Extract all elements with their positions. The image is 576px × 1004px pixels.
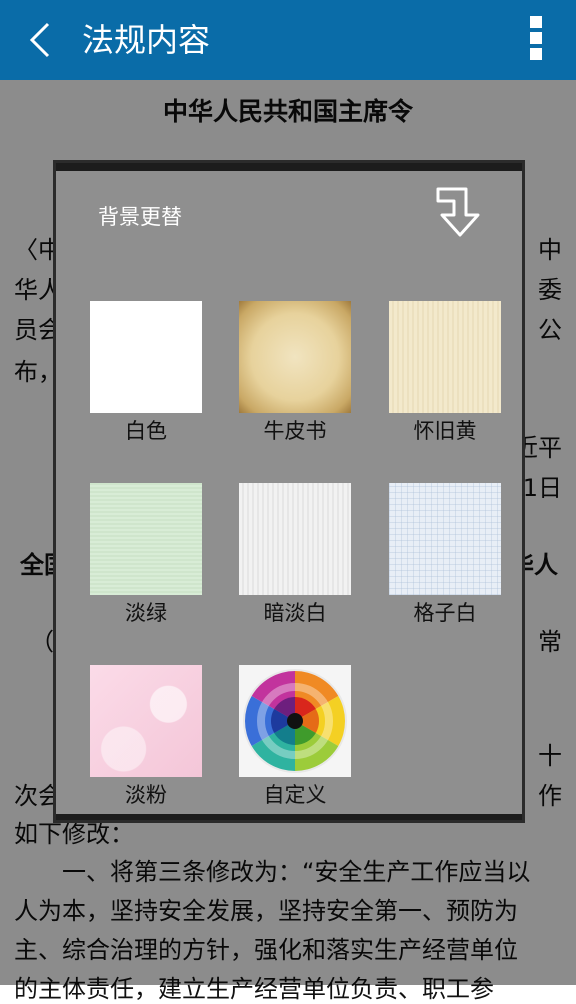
page-title: 法规内容	[82, 21, 211, 59]
swatch-label: 淡粉	[125, 783, 167, 807]
swatch-white[interactable]	[90, 301, 202, 413]
swatch-grid-white[interactable]	[389, 483, 501, 595]
app-bar: 法规内容	[0, 0, 576, 80]
swatch-label: 暗淡白	[263, 601, 327, 625]
swatch-custom[interactable]	[239, 665, 351, 777]
collapse-arrow-icon[interactable]	[436, 183, 482, 237]
dialog-top-border	[56, 163, 522, 171]
swatch-label: 怀旧黄	[413, 419, 477, 443]
dialog-bottom-border	[56, 814, 522, 820]
back-icon[interactable]	[22, 20, 62, 60]
swatch-kraft-paper[interactable]	[239, 301, 351, 413]
swatch-nostalgic-yellow[interactable]	[389, 301, 501, 413]
swatch-light-green[interactable]	[90, 483, 202, 595]
swatch-light-pink[interactable]	[90, 665, 202, 777]
swatch-label: 白色	[125, 419, 167, 443]
background-picker-dialog: 背景更替 白色 牛皮书 怀旧黄 淡绿 暗淡白 格子白 淡粉 自定义	[56, 163, 522, 820]
swatch-dim-white[interactable]	[239, 483, 351, 595]
swatch-label: 牛皮书	[263, 419, 327, 443]
swatch-label: 自定义	[263, 783, 327, 807]
dialog-title: 背景更替	[98, 205, 182, 229]
overflow-menu-icon[interactable]	[528, 16, 544, 64]
swatch-label: 淡绿	[125, 601, 167, 625]
color-wheel-icon	[243, 669, 347, 773]
swatch-label: 格子白	[413, 601, 477, 625]
